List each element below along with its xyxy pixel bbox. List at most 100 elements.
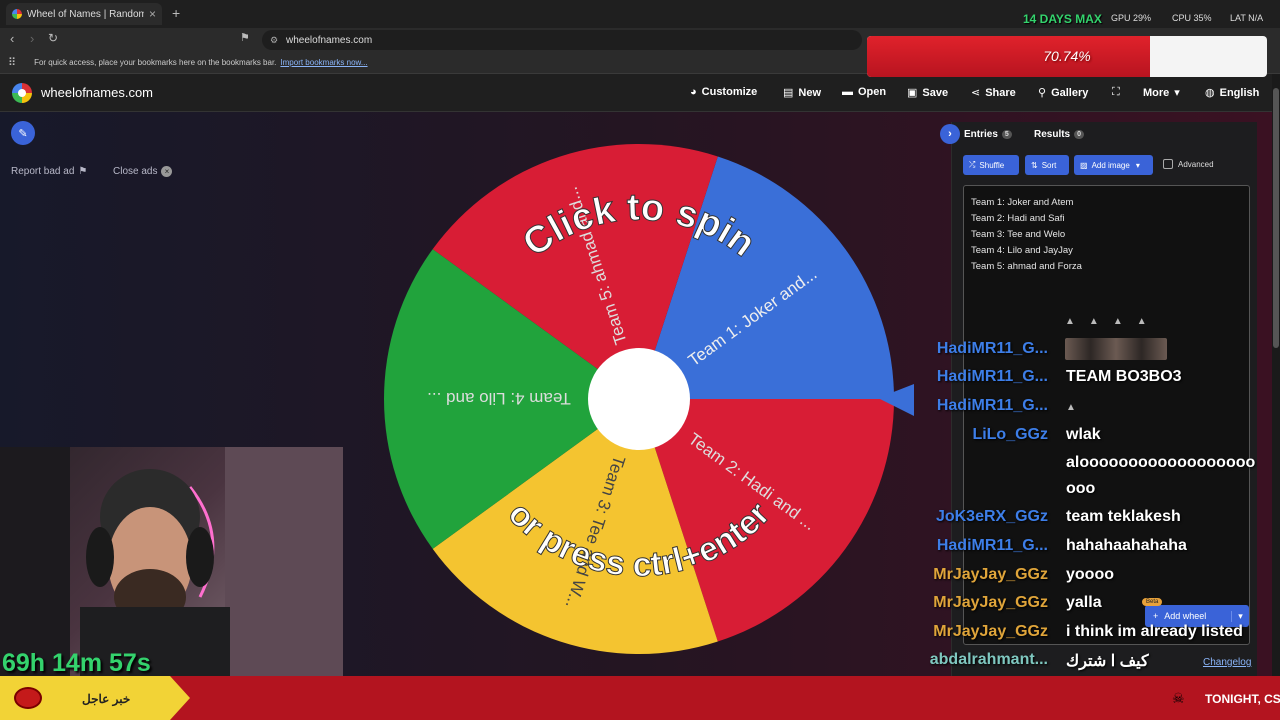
tab-results[interactable]: Results 0 — [1034, 124, 1085, 144]
site-info-icon[interactable]: ⚙ — [270, 35, 278, 46]
entries-count-badge: 5 — [1001, 129, 1012, 139]
breaking-news-text: خبر عاجل — [82, 692, 131, 706]
reload-icon[interactable]: ↻ — [48, 31, 58, 45]
chevron-down-icon: ▾ — [1135, 160, 1140, 170]
chat-username: HadiMR11_G... — [936, 537, 1048, 554]
back-icon[interactable]: ‹ — [10, 31, 14, 46]
screen: Wheel of Names | Random name × + ‹ › ↻ ⚑… — [0, 0, 1280, 720]
share-icon: ⋖ — [971, 87, 981, 99]
checkbox-icon[interactable] — [1163, 159, 1173, 169]
chat-message: aloooooooooooooooooo — [1066, 454, 1256, 471]
chevron-down-icon: ▾ — [1174, 87, 1180, 99]
site-header: wheelofnames.com ◕ Customize ▤ New ▬ Open ▣… — [0, 74, 1280, 112]
apps-grid-icon[interactable]: ⠿ — [8, 56, 16, 69]
site-logo-icon[interactable] — [12, 83, 32, 103]
chat-username: abdalrahmant... — [929, 651, 1048, 668]
menu-save[interactable]: ▣ Save — [907, 86, 948, 100]
chat-message: yalla — [1066, 594, 1102, 611]
chat-username: LiLo_GGz — [972, 426, 1048, 443]
wheel-segment-label: Team 4: Lilo and ... — [427, 389, 571, 408]
image-icon: ▨ — [1080, 160, 1088, 170]
entry-line: Team 4: Lilo and JayJay — [971, 245, 1073, 256]
chat-message: team teklakesh — [1066, 508, 1181, 525]
chat-username: MrJayJay_GGz — [933, 594, 1048, 611]
menu-new[interactable]: ▤ New — [783, 86, 821, 100]
chat-message: TEAM BO3BO3 — [1066, 368, 1182, 385]
wheel-pointer-icon — [878, 384, 914, 416]
palette-icon: ◕ — [690, 86, 697, 98]
chat-message: yoooo — [1066, 566, 1114, 583]
file-icon: ▤ — [783, 87, 794, 99]
chat-message: wlak — [1066, 426, 1101, 443]
menu-language[interactable]: ◍ English — [1205, 86, 1259, 100]
channel-logo-icon — [14, 687, 42, 709]
shuffle-button[interactable]: ⤮ Shuffle — [963, 155, 1019, 175]
menu-more[interactable]: More ▾ — [1143, 86, 1180, 100]
chevron-right-icon[interactable]: › — [940, 124, 960, 144]
cpu-stat: CPU 35% — [1172, 13, 1212, 23]
close-tab-icon[interactable]: × — [149, 7, 156, 21]
streamer-image — [0, 447, 343, 676]
chat-username: JoK3eRX_GGz — [935, 508, 1048, 525]
emote-icon: ▲ — [1112, 316, 1123, 327]
entry-line: Team 1: Joker and Atem — [971, 197, 1074, 208]
plus-icon: + — [1153, 611, 1159, 621]
site-title[interactable]: wheelofnames.com — [41, 85, 153, 100]
shuffle-icon: ⤮ — [969, 160, 976, 169]
forward-icon[interactable]: › — [30, 31, 34, 46]
entry-line: Team 2: Hadi and Safi — [971, 213, 1065, 224]
import-bookmarks-link[interactable]: Import bookmarks now... — [280, 58, 367, 67]
chat-username: HadiMR11_G... — [936, 340, 1048, 357]
bookmark-icon[interactable]: ⚑ — [240, 31, 250, 44]
new-tab-button[interactable]: + — [172, 5, 180, 21]
scrollbar-thumb[interactable] — [1273, 88, 1279, 348]
advanced-checkbox[interactable]: Advanced — [1163, 159, 1214, 169]
progress-bar: 70.74% — [867, 36, 1267, 77]
edit-pencil-button[interactable]: ✎ — [11, 121, 35, 145]
news-ticker — [0, 676, 1280, 720]
entry-line: Team 3: Tee and Welo — [971, 229, 1066, 240]
menu-gallery[interactable]: ⚲ Gallery — [1038, 86, 1088, 100]
wheel-center-hub[interactable] — [588, 348, 690, 450]
favicon-icon — [12, 9, 22, 19]
menu-open[interactable]: ▬ Open — [842, 86, 886, 98]
chat-message: ooo — [1066, 480, 1096, 497]
folder-icon: ▬ — [842, 86, 853, 98]
menu-share[interactable]: ⋖ Share — [971, 86, 1016, 100]
add-image-button[interactable]: ▨ Add image ▾ — [1074, 155, 1153, 175]
changelog-link[interactable]: Changelog — [1203, 657, 1251, 668]
save-icon: ▣ — [907, 87, 918, 99]
lat-stat: LAT N/A — [1230, 13, 1264, 23]
globe-icon: ◍ — [1205, 87, 1215, 99]
page-scrollbar[interactable] — [1272, 74, 1280, 676]
spin-wheel[interactable]: Team 1: Joker and...Team 2: Hadi and ...… — [384, 144, 894, 654]
chat-message: hahahaahahaha — [1066, 537, 1187, 554]
sort-button[interactable]: ⇅ Sort — [1025, 155, 1069, 175]
tab-entries[interactable]: › Entries 5 — [940, 124, 1012, 144]
chat-emotes: ▲ ▲ ▲ ▲ — [1065, 316, 1147, 327]
beta-badge: Beta — [1142, 598, 1163, 606]
bookmarks-message: For quick access, place your bookmarks h… — [34, 58, 277, 67]
progress-text: 70.74% — [1043, 48, 1091, 64]
chat-username: HadiMR11_G... — [936, 368, 1048, 385]
flag-icon: ⚑ — [78, 166, 88, 177]
close-ads-link[interactable]: Close ads × — [113, 166, 173, 177]
chevron-down-icon[interactable]: ▾ — [1231, 610, 1249, 622]
emote-icon: ▲ — [1136, 316, 1147, 327]
pencil-icon: ✎ — [18, 127, 28, 140]
ticker-text: TONIGHT, CS — [1205, 692, 1280, 706]
emote-icon: ▲ — [1088, 316, 1099, 327]
address-bar[interactable]: ⚙ wheelofnames.com — [262, 30, 862, 50]
ticker-skull-icon: ☠ — [1172, 690, 1185, 706]
webcam-feed — [0, 447, 343, 676]
report-bad-ad-link[interactable]: Report bad ad ⚑ — [11, 166, 87, 177]
days-max-label: 14 DAYS MAX — [1023, 12, 1102, 26]
menu-customize[interactable]: ◕ Customize — [690, 86, 757, 98]
results-count-badge: 0 — [1074, 129, 1085, 139]
chat-message: كيف ا شترك — [1066, 653, 1149, 670]
emote-image-strip — [1065, 338, 1167, 360]
menu-fullscreen[interactable]: ⛶ — [1112, 86, 1120, 99]
browser-tab[interactable]: Wheel of Names | Random name × — [6, 3, 162, 25]
emote-icon: ▲ — [1065, 316, 1075, 327]
tab-title: Wheel of Names | Random name — [27, 8, 144, 20]
